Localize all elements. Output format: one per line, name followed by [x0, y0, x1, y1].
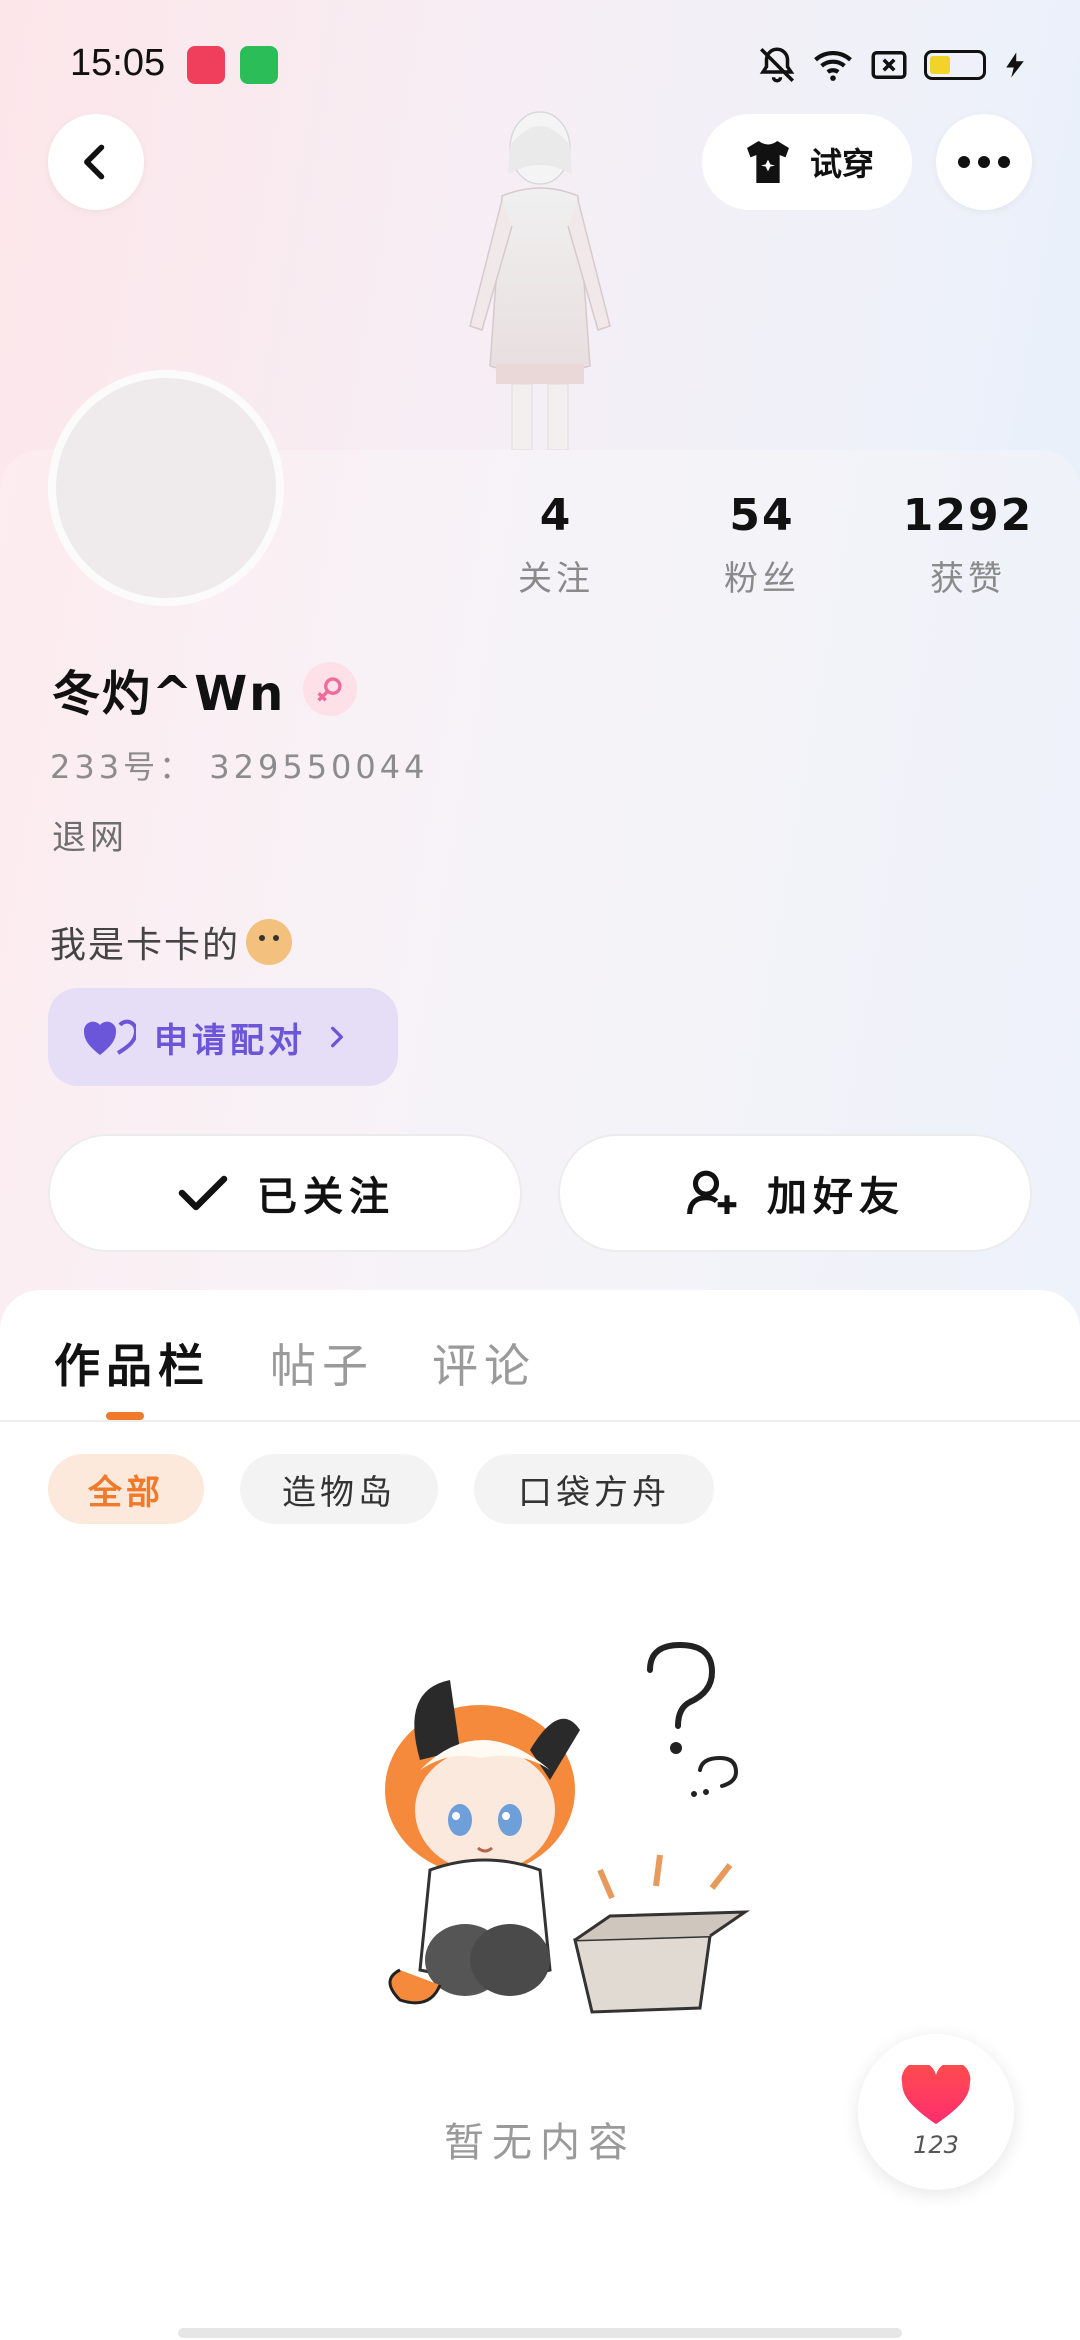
app-badge-store-icon [240, 46, 278, 84]
home-indicator[interactable] [178, 2328, 902, 2338]
shirt-icon [746, 141, 789, 183]
following-button[interactable]: 已关注 [48, 1134, 522, 1252]
chevron-left-icon [84, 144, 105, 180]
female-icon [317, 677, 342, 702]
stat-following-label: 关注 [518, 559, 594, 599]
stat-following-value: 4 [539, 490, 573, 541]
stat-following[interactable]: 4 关注 [456, 490, 656, 600]
user-id: 233号： 329550044 [50, 748, 429, 786]
gender-badge [303, 662, 358, 716]
back-button[interactable] [48, 114, 144, 210]
status-icons [756, 44, 1030, 86]
more-dots-icon [958, 156, 1010, 168]
following-label: 已关注 [257, 1174, 395, 1220]
tab-indicator [106, 1412, 144, 1420]
filter-chip-island[interactable]: 造物岛 [240, 1454, 438, 1524]
stat-likes[interactable]: 1292 获赞 [868, 490, 1068, 600]
stat-likes-value: 1292 [902, 490, 1034, 541]
content-tabs: 作品栏 帖子 评论 [0, 1290, 1080, 1422]
apply-pair-label: 申请配对 [154, 1020, 306, 1061]
bio-text: 我是卡卡的 [50, 925, 241, 966]
more-button[interactable] [936, 114, 1032, 210]
apply-pair-button[interactable]: 申请配对 [48, 988, 398, 1086]
add-user-icon [687, 1170, 737, 1215]
like-count: 123 [913, 2131, 959, 2159]
battery-icon [924, 50, 986, 80]
filter-chip-ark[interactable]: 口袋方舟 [474, 1454, 714, 1524]
avatar[interactable] [48, 370, 284, 606]
like-fab-button[interactable]: 123 [858, 2034, 1014, 2190]
heart-icon [84, 1019, 136, 1055]
stat-fans[interactable]: 54 粉丝 [662, 490, 862, 600]
check-icon [178, 1175, 228, 1211]
chevron-right-icon [331, 1026, 343, 1048]
stat-fans-value: 54 [729, 490, 795, 541]
avatar-character-figure [469, 111, 611, 450]
stat-likes-label: 获赞 [930, 559, 1006, 599]
app-badge-video-icon [187, 46, 225, 84]
sim-off-icon [871, 51, 907, 79]
empty-state-illustration [385, 1641, 751, 2014]
status-time: 15:05 [70, 42, 166, 84]
try-on-button[interactable]: 试穿 [702, 114, 912, 210]
tab-works[interactable]: 作品栏 [54, 1330, 210, 1396]
heart-icon [901, 2065, 971, 2125]
user-bio: 我是卡卡的 [50, 916, 293, 968]
user-status: 退网 [52, 818, 128, 858]
try-on-label: 试穿 [809, 145, 874, 183]
tab-comments[interactable]: 评论 [432, 1330, 536, 1396]
bell-muted-icon [759, 47, 795, 83]
username: 冬灼^Wn [52, 666, 286, 722]
stat-fans-label: 粉丝 [724, 559, 800, 599]
tab-posts[interactable]: 帖子 [270, 1330, 374, 1396]
doge-emoji-icon [246, 919, 293, 965]
add-friend-button[interactable]: 加好友 [558, 1134, 1032, 1252]
wifi-icon [814, 51, 852, 81]
username-row: 冬灼^Wn [52, 654, 358, 724]
add-friend-label: 加好友 [767, 1174, 905, 1220]
charging-icon [1006, 52, 1024, 78]
filter-chip-all[interactable]: 全部 [48, 1454, 204, 1524]
